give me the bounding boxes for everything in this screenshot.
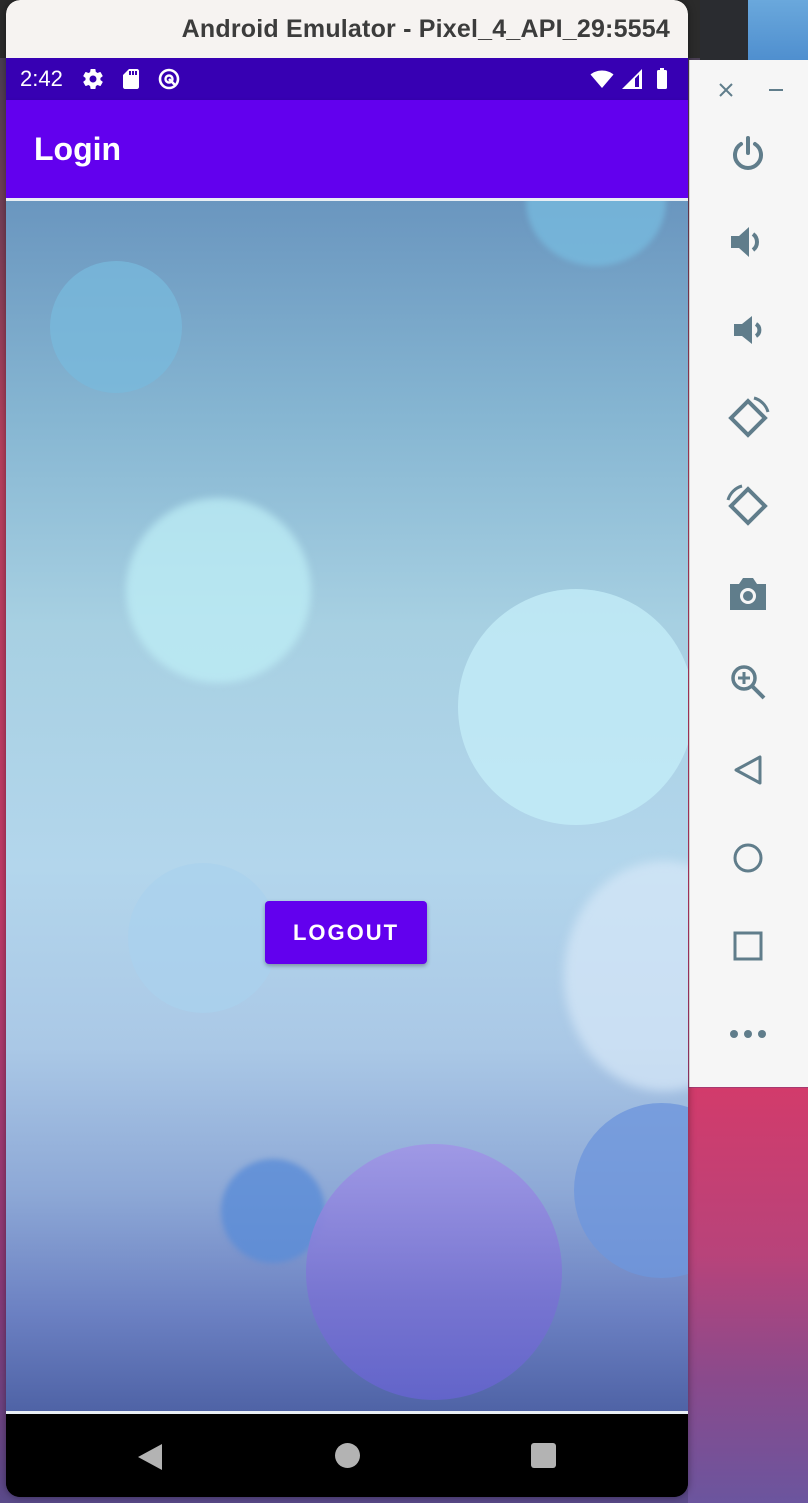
zoom-in-icon [731, 665, 766, 700]
background-bubble [306, 1144, 562, 1400]
zoom-button[interactable] [720, 654, 776, 710]
main-content: LOGOUT [6, 201, 688, 1411]
minimize-icon[interactable] [766, 80, 786, 100]
background-bubble [50, 261, 182, 393]
navigation-bar [6, 1414, 688, 1497]
home-icon [733, 843, 763, 873]
overview-button[interactable] [720, 918, 776, 974]
status-time: 2:42 [20, 66, 63, 91]
background-bubble [126, 498, 311, 683]
background-bubble [128, 863, 278, 1013]
overview-icon [733, 931, 763, 961]
battery-icon [657, 68, 667, 89]
back-icon [734, 755, 762, 785]
logout-button[interactable]: LOGOUT [265, 901, 427, 964]
emulator-window: Android Emulator - Pixel_4_API_29:5554 2… [6, 0, 688, 1497]
data-saver-icon [158, 68, 180, 90]
rotate-right-button[interactable] [720, 478, 776, 534]
rotate-right-icon [726, 484, 768, 526]
home-button[interactable] [720, 830, 776, 886]
back-button[interactable] [720, 742, 776, 798]
volume-up-button[interactable] [720, 214, 776, 270]
page-title: Login [34, 130, 122, 167]
close-icon[interactable] [716, 80, 736, 100]
camera-icon [730, 578, 766, 610]
more-button[interactable] [720, 1006, 776, 1062]
volume-down-button[interactable] [720, 302, 776, 358]
desktop-window-edge [748, 0, 808, 60]
background-bubble [458, 589, 688, 825]
power-button[interactable] [720, 126, 776, 182]
nav-recents-icon[interactable] [531, 1443, 556, 1468]
volume-up-icon [731, 227, 759, 257]
window-title: Android Emulator - Pixel_4_API_29:5554 [181, 14, 670, 43]
status-bar: 2:42 [6, 58, 688, 100]
power-icon [733, 136, 763, 170]
background-bubble [574, 1103, 688, 1278]
more-icon [730, 1030, 766, 1038]
emulator-side-toolbar [689, 60, 808, 1087]
nav-back-icon[interactable] [136, 1442, 166, 1472]
nav-home-icon[interactable] [335, 1443, 360, 1468]
desktop-wallpaper [688, 1088, 808, 1503]
screenshot-button[interactable] [720, 566, 776, 622]
rotate-left-button[interactable] [720, 390, 776, 446]
background-bubble [526, 201, 666, 266]
window-titlebar[interactable]: Android Emulator - Pixel_4_API_29:5554 [6, 0, 688, 58]
sd-card-icon [122, 69, 139, 89]
app-bar: Login [6, 100, 688, 198]
rotate-left-icon [728, 396, 770, 438]
signal-icon [622, 69, 642, 89]
gear-icon [83, 69, 103, 90]
background-bubble [564, 861, 688, 1091]
volume-down-icon [734, 316, 762, 344]
wifi-icon [590, 70, 614, 88]
